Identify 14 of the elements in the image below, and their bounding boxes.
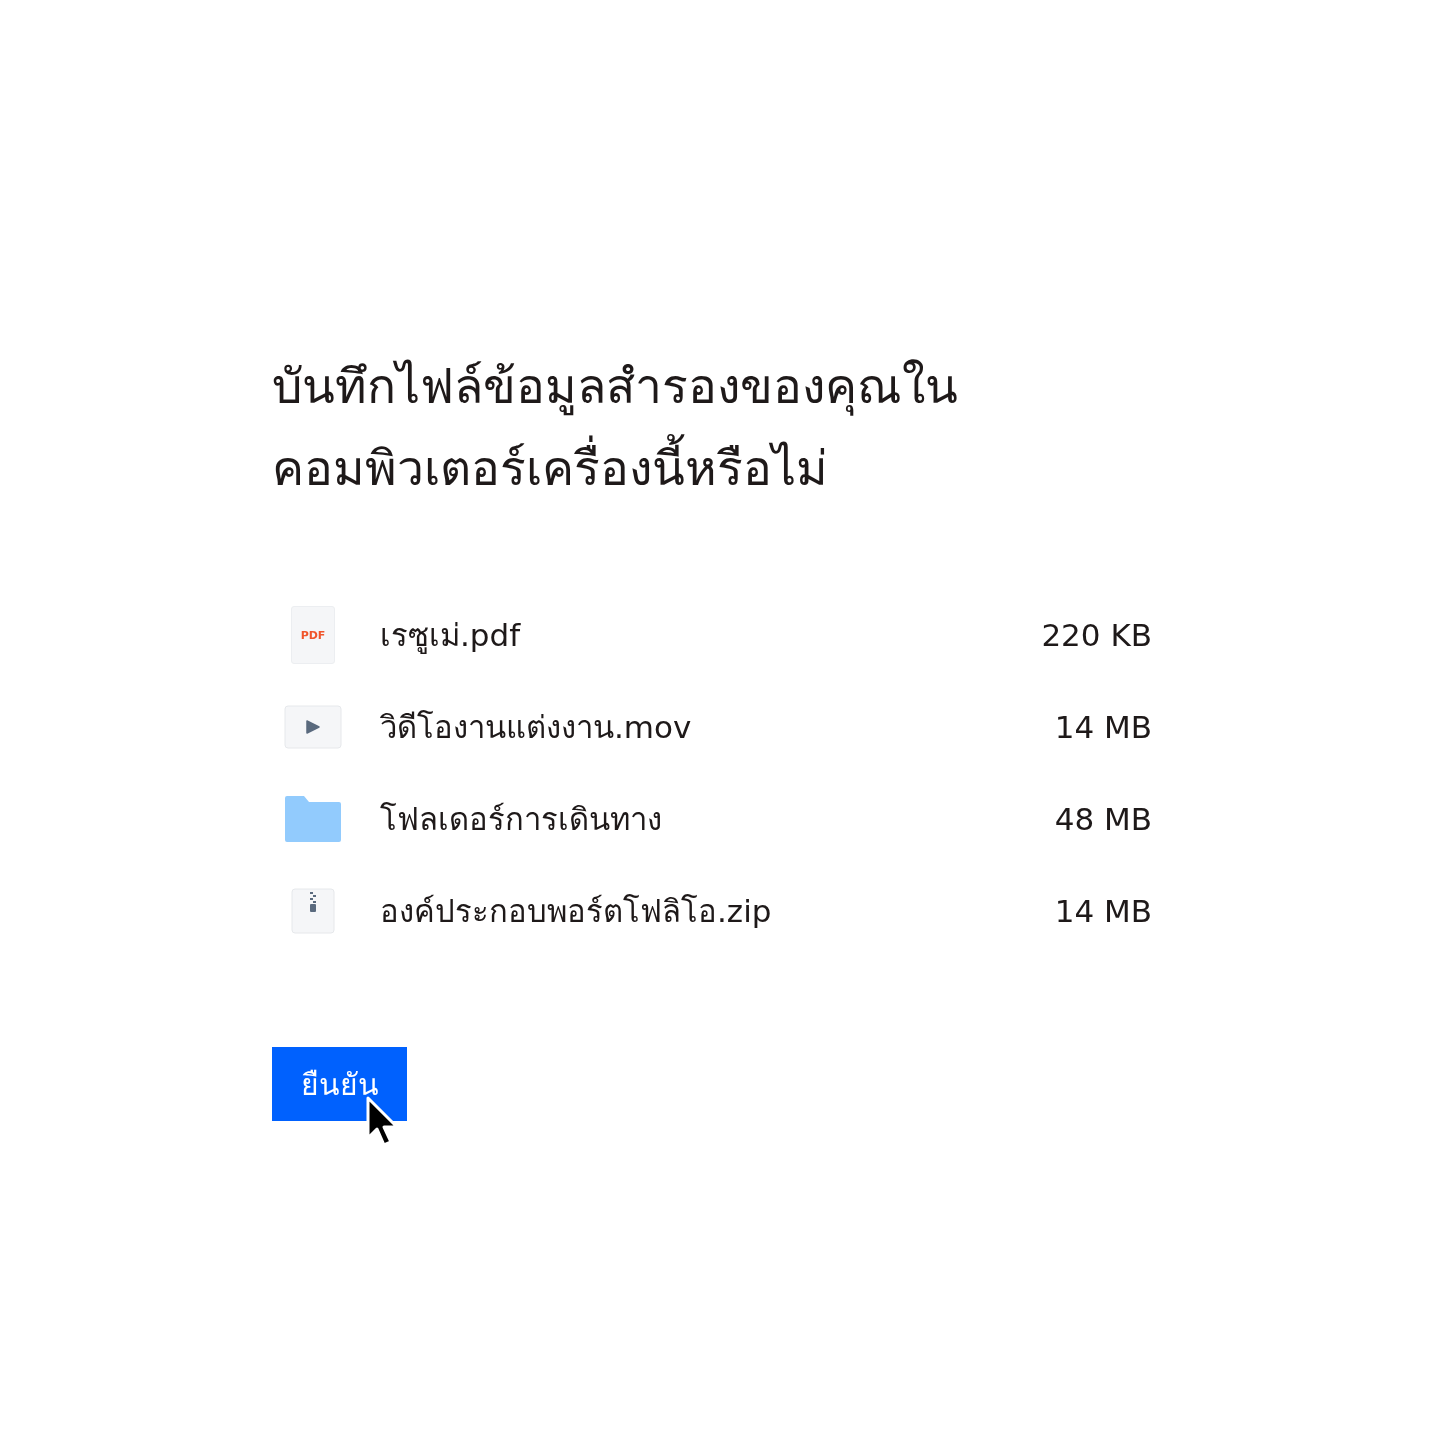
video-file-icon [284,705,342,749]
file-name: โฟลเดอร์การเดินทาง [380,800,663,839]
file-size: 14 MB [1054,893,1152,929]
dialog-title: บันทึกไฟล์ข้อมูลสำรองของคุณในคอมพิวเตอร์เครื่องนี้หรือไม่ [272,357,959,498]
file-size: 48 MB [1054,801,1152,837]
folder-icon [284,795,342,843]
file-name: เรซูเม่.pdf [380,616,522,656]
confirm-button[interactable]: ยืนยัน [272,1047,407,1121]
file-name: องค์ประกอบพอร์ตโฟลิโอ.zip [380,892,773,931]
zip-file-icon [291,888,335,934]
pdf-file-icon: PDF [291,606,335,664]
file-name: วิดีโองานแต่งงาน.mov [380,708,693,747]
file-size: 220 KB [1041,617,1152,653]
file-size: 14 MB [1054,709,1152,745]
